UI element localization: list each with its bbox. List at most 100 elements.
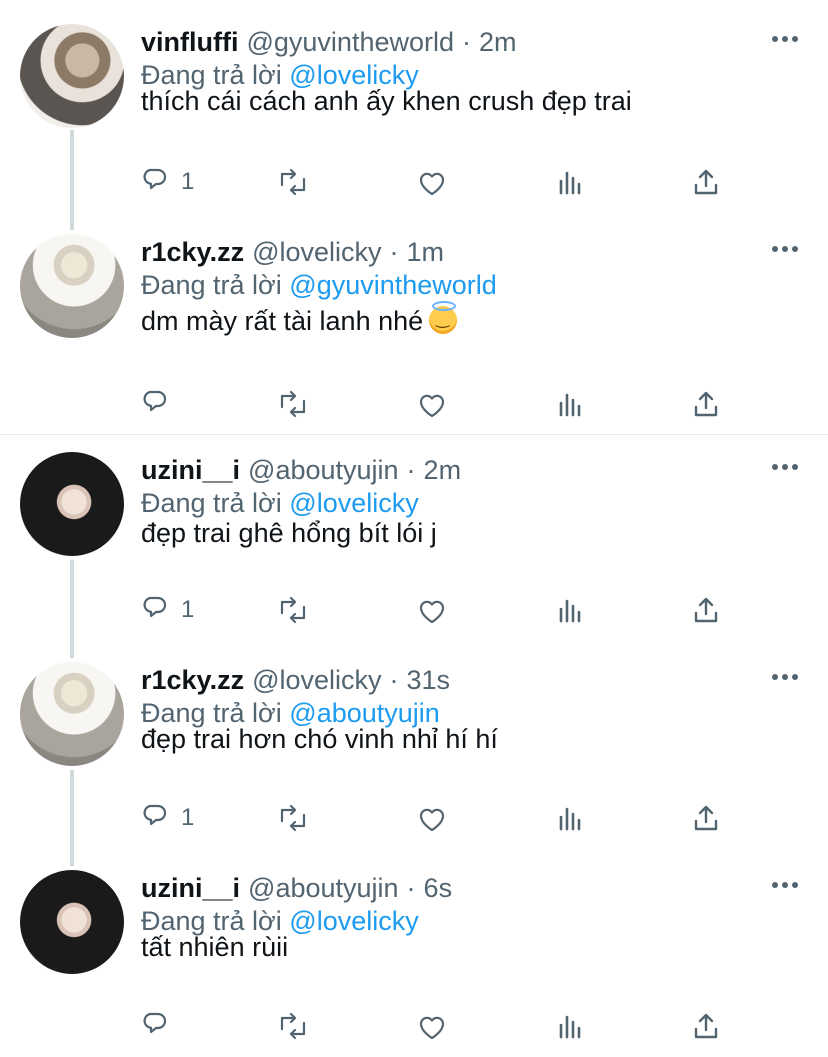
timestamp[interactable]: 2m xyxy=(424,455,462,486)
reply-icon xyxy=(143,168,167,190)
share-button[interactable] xyxy=(689,590,723,630)
heart-icon xyxy=(419,1016,445,1040)
like-button[interactable] xyxy=(415,162,449,202)
separator-dot: · xyxy=(406,454,416,485)
conversation-divider xyxy=(0,434,828,435)
avatar[interactable] xyxy=(20,452,124,556)
views-button[interactable] xyxy=(553,798,587,838)
views-button[interactable] xyxy=(553,162,587,202)
share-button[interactable] xyxy=(689,798,723,838)
share-icon xyxy=(694,169,718,195)
share-icon xyxy=(694,597,718,623)
more-icon[interactable] xyxy=(772,36,798,44)
timestamp[interactable]: 2m xyxy=(479,27,517,58)
more-icon[interactable] xyxy=(772,246,798,254)
retweet-button[interactable] xyxy=(276,590,310,630)
avatar[interactable] xyxy=(20,234,124,338)
like-button[interactable] xyxy=(415,798,449,838)
user-handle[interactable]: @lovelicky xyxy=(252,665,381,696)
retweet-button[interactable] xyxy=(276,384,310,424)
user-handle[interactable]: @gyuvintheworld xyxy=(246,27,454,58)
tweet-header: uzini__i @aboutyujin · 6s xyxy=(141,870,452,906)
tweet-header: vinfluffi @gyuvintheworld · 2m xyxy=(141,24,517,60)
replying-to: Đang trả lời @gyuvintheworld xyxy=(141,270,497,301)
avatar[interactable] xyxy=(20,870,124,974)
display-name[interactable]: r1cky.zz xyxy=(141,665,244,696)
more-icon[interactable] xyxy=(772,674,798,682)
reply-button[interactable]: 1 xyxy=(141,162,194,202)
retweet-button[interactable] xyxy=(276,162,310,202)
heart-icon xyxy=(419,600,445,624)
tweet-text: tất nhiên rùii xyxy=(141,932,288,963)
tweet-text: thích cái cách anh ấy khen crush đẹp tra… xyxy=(141,86,632,117)
more-icon[interactable] xyxy=(772,882,798,890)
separator-dot: · xyxy=(462,26,471,57)
analytics-icon xyxy=(559,599,581,623)
views-button[interactable] xyxy=(553,1006,587,1046)
share-icon xyxy=(694,805,718,831)
display-name[interactable]: r1cky.zz xyxy=(141,237,244,268)
analytics-icon xyxy=(559,171,581,195)
tweet-actions: 1 xyxy=(141,162,761,202)
display-name[interactable]: uzini__i xyxy=(141,873,240,904)
tweet-actions xyxy=(141,384,761,424)
reply-button[interactable] xyxy=(141,1006,181,1046)
reply-icon xyxy=(143,390,167,412)
reply-count: 1 xyxy=(181,804,195,831)
tweet-actions: 1 xyxy=(141,590,761,630)
reply-mention-link[interactable]: @gyuvintheworld xyxy=(289,270,497,300)
share-button[interactable] xyxy=(689,384,723,424)
heart-icon xyxy=(419,172,445,196)
reply-count: 1 xyxy=(181,168,195,195)
analytics-icon xyxy=(559,393,581,417)
avatar[interactable] xyxy=(20,662,124,766)
like-button[interactable] xyxy=(415,384,449,424)
replying-to-label: Đang trả lời xyxy=(141,488,282,518)
analytics-icon xyxy=(559,807,581,831)
retweet-button[interactable] xyxy=(276,798,310,838)
timestamp[interactable]: 6s xyxy=(424,873,453,904)
like-button[interactable] xyxy=(415,1006,449,1046)
retweet-button[interactable] xyxy=(276,1006,310,1046)
reply-mention-link[interactable]: @lovelicky xyxy=(289,906,418,936)
thread-line xyxy=(70,560,74,658)
thread-line xyxy=(70,770,74,866)
reply-icon xyxy=(143,1012,167,1034)
more-icon[interactable] xyxy=(772,464,798,472)
retweet-icon xyxy=(280,390,306,418)
display-name[interactable]: uzini__i xyxy=(141,455,240,486)
tweet-text-content: đẹp trai hơn chó vinh nhỉ hí hí xyxy=(141,724,498,754)
reply-button[interactable] xyxy=(141,384,181,424)
reply-icon xyxy=(143,804,167,826)
avatar[interactable] xyxy=(20,24,124,128)
tweet-header: r1cky.zz @lovelicky · 1m xyxy=(141,234,444,270)
reply-icon xyxy=(143,596,167,618)
tweet-text-content: đẹp trai ghê hổng bít lói j xyxy=(141,518,437,548)
replying-to-label: Đang trả lời xyxy=(141,270,282,300)
share-button[interactable] xyxy=(689,162,723,202)
display-name[interactable]: vinfluffi xyxy=(141,27,238,58)
share-icon xyxy=(694,391,718,417)
views-button[interactable] xyxy=(553,590,587,630)
share-button[interactable] xyxy=(689,1006,723,1046)
like-button[interactable] xyxy=(415,590,449,630)
user-handle[interactable]: @aboutyujin xyxy=(248,873,399,904)
user-handle[interactable]: @lovelicky xyxy=(252,237,381,268)
separator-dot: · xyxy=(406,872,416,903)
reply-button[interactable]: 1 xyxy=(141,590,194,630)
retweet-icon xyxy=(280,168,306,196)
reply-mention-link[interactable]: @lovelicky xyxy=(289,488,418,518)
replying-to: Đang trả lời @lovelicky xyxy=(141,488,419,519)
timestamp[interactable]: 31s xyxy=(407,665,451,696)
tweet-text: đẹp trai ghê hổng bít lói j xyxy=(141,518,437,549)
separator-dot: · xyxy=(389,236,399,267)
timestamp[interactable]: 1m xyxy=(407,237,445,268)
views-button[interactable] xyxy=(553,384,587,424)
user-handle[interactable]: @aboutyujin xyxy=(248,455,399,486)
share-icon xyxy=(694,1013,718,1039)
tweet-actions: 1 xyxy=(141,798,761,838)
tweet-text-content: dm mày rất tài lanh nhé xyxy=(141,306,424,336)
retweet-icon xyxy=(280,1012,306,1040)
tweet-header: r1cky.zz @lovelicky · 31s xyxy=(141,662,450,698)
reply-button[interactable]: 1 xyxy=(141,798,194,838)
